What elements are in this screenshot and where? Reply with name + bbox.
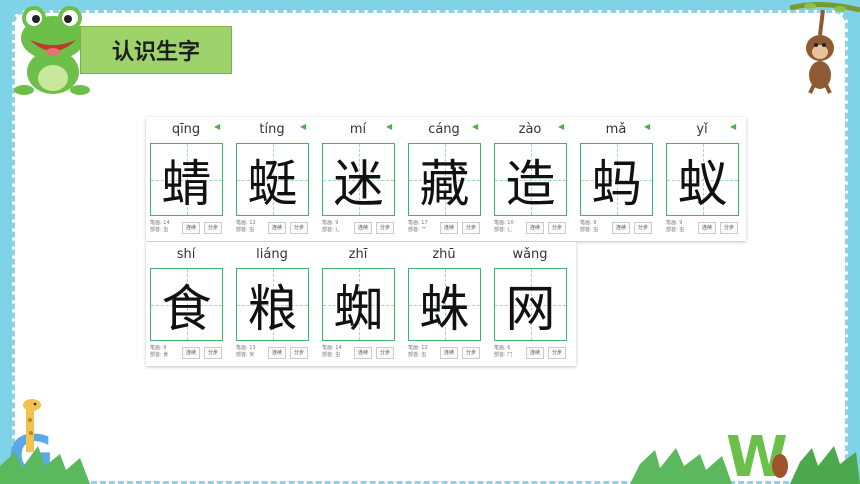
split-button[interactable]: 分步 xyxy=(376,347,395,359)
character-glyph: 食 xyxy=(161,279,212,338)
section-title: 认识生字 xyxy=(80,26,232,74)
char-card-cang[interactable]: cáng ◀ 藏 笔画: 17 部首: 艹 连续 分步 xyxy=(404,117,484,239)
split-button[interactable]: 分步 xyxy=(720,222,739,234)
character-glyph: 蜻 xyxy=(161,154,212,213)
connect-button[interactable]: 连续 xyxy=(182,222,201,234)
char-card-zao[interactable]: zào ◀ 造 笔画: 10 部首: 辶 连续 分步 xyxy=(490,117,570,239)
character-grid: 蜓 xyxy=(236,143,309,216)
character-glyph: 藏 xyxy=(419,154,470,213)
split-button[interactable]: 分步 xyxy=(290,222,309,234)
character-panel-row2: shí 食 笔画: 9 部首: 食 连续 分步 liáng 粮 笔画: 13 部首:… xyxy=(146,242,576,366)
char-card-ting[interactable]: tíng ◀ 蜓 笔画: 12 部首: 虫 连续 分步 xyxy=(232,117,312,239)
split-button[interactable]: 分步 xyxy=(462,222,481,234)
connect-button[interactable]: 连续 xyxy=(612,222,631,234)
speaker-icon[interactable]: ◀ xyxy=(386,123,392,131)
pinyin-label: shí xyxy=(176,246,196,262)
split-button[interactable]: 分步 xyxy=(204,347,223,359)
char-card-liang[interactable]: liáng 粮 笔画: 13 部首: 米 连续 分步 xyxy=(232,242,312,364)
connect-button[interactable]: 连续 xyxy=(698,222,717,234)
connect-button[interactable]: 连续 xyxy=(526,222,545,234)
character-glyph: 蛛 xyxy=(419,279,470,338)
character-glyph: 蚁 xyxy=(677,154,728,213)
character-grid: 蚂 xyxy=(580,143,653,216)
split-button[interactable]: 分步 xyxy=(290,347,309,359)
connect-button[interactable]: 连续 xyxy=(354,347,373,359)
char-card-wang[interactable]: wǎng 网 笔画: 6 部首: 冂 连续 分步 xyxy=(490,242,570,364)
pinyin-label: liáng xyxy=(256,246,288,262)
split-button[interactable]: 分步 xyxy=(204,222,223,234)
connect-button[interactable]: 连续 xyxy=(354,222,373,234)
connect-button[interactable]: 连续 xyxy=(268,222,287,234)
connect-button[interactable]: 连续 xyxy=(182,347,201,359)
pinyin-label: zhī xyxy=(348,246,368,262)
speaker-icon[interactable]: ◀ xyxy=(730,123,736,131)
character-grid: 食 xyxy=(150,268,223,341)
character-glyph: 造 xyxy=(505,154,556,213)
speaker-icon[interactable]: ◀ xyxy=(214,123,220,131)
char-card-mi[interactable]: mí ◀ 迷 笔画: 9 部首: 辶 连续 分步 xyxy=(318,117,398,239)
speaker-icon[interactable]: ◀ xyxy=(558,123,564,131)
monkey-icon xyxy=(790,1,860,94)
char-card-zhu[interactable]: zhū 蛛 笔画: 12 部首: 虫 连续 分步 xyxy=(404,242,484,364)
char-card-ma[interactable]: mǎ ◀ 蚂 笔画: 9 部首: 虫 连续 分步 xyxy=(576,117,656,239)
speaker-icon[interactable]: ◀ xyxy=(300,123,306,131)
split-button[interactable]: 分步 xyxy=(376,222,395,234)
character-glyph: 蚂 xyxy=(591,154,642,213)
character-grid: 蜘 xyxy=(322,268,395,341)
connect-button[interactable]: 连续 xyxy=(268,347,287,359)
character-grid: 粮 xyxy=(236,268,309,341)
split-button[interactable]: 分步 xyxy=(548,347,567,359)
char-card-shi[interactable]: shí 食 笔画: 9 部首: 食 连续 分步 xyxy=(146,242,226,364)
w-letter-icon: W xyxy=(726,425,788,484)
character-grid: 造 xyxy=(494,143,567,216)
speaker-icon[interactable]: ◀ xyxy=(472,123,478,131)
pinyin-label: zhū xyxy=(432,246,456,262)
character-glyph: 网 xyxy=(505,279,556,338)
connect-button[interactable]: 连续 xyxy=(526,347,545,359)
connect-button[interactable]: 连续 xyxy=(440,347,459,359)
char-card-zhi[interactable]: zhī 蜘 笔画: 14 部首: 虫 连续 分步 xyxy=(318,242,398,364)
character-grid: 藏 xyxy=(408,143,481,216)
character-grid: 网 xyxy=(494,268,567,341)
character-glyph: 粮 xyxy=(247,279,298,338)
character-grid: 蛛 xyxy=(408,268,481,341)
pinyin-label: wǎng xyxy=(512,246,548,262)
split-button[interactable]: 分步 xyxy=(548,222,567,234)
char-card-yi[interactable]: yǐ ◀ 蚁 笔画: 9 部首: 虫 连续 分步 xyxy=(662,117,742,239)
character-glyph: 迷 xyxy=(333,154,384,213)
speaker-icon[interactable]: ◀ xyxy=(644,123,650,131)
character-glyph: 蜓 xyxy=(247,154,298,213)
connect-button[interactable]: 连续 xyxy=(440,222,459,234)
split-button[interactable]: 分步 xyxy=(462,347,481,359)
split-button[interactable]: 分步 xyxy=(634,222,653,234)
character-grid: 蜻 xyxy=(150,143,223,216)
char-card-qing[interactable]: qīng ◀ 蜻 笔画: 14 部首: 虫 连续 分步 xyxy=(146,117,226,239)
character-glyph: 蜘 xyxy=(333,279,384,338)
character-panel-row1: qīng ◀ 蜻 笔画: 14 部首: 虫 连续 分步 tíng ◀ 蜓 笔画: … xyxy=(146,117,746,241)
character-grid: 蚁 xyxy=(666,143,739,216)
character-grid: 迷 xyxy=(322,143,395,216)
